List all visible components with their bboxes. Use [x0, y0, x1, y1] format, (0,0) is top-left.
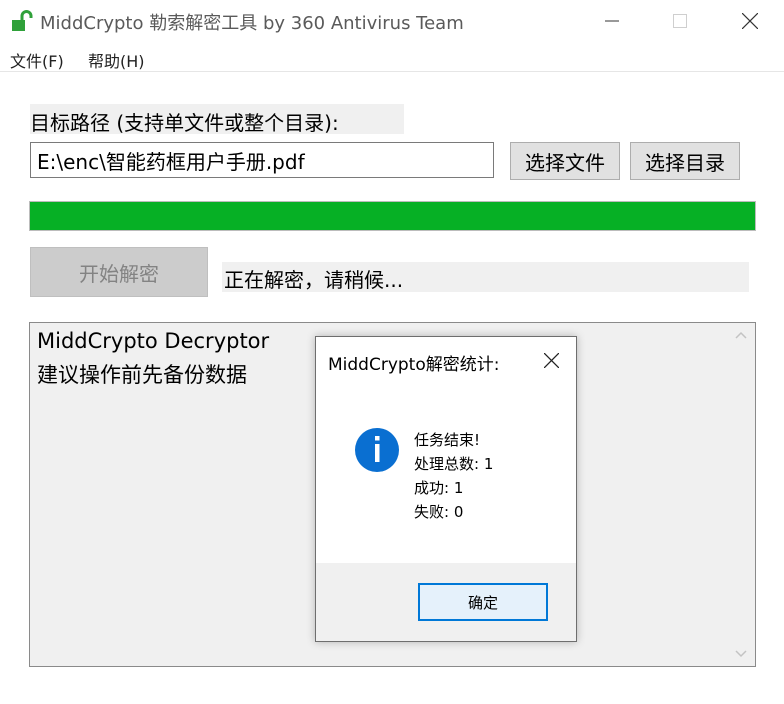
dialog-close-button[interactable] — [538, 347, 564, 373]
status-text: 正在解密，请稍候... — [222, 262, 749, 292]
select-directory-button[interactable]: 选择目录 — [630, 142, 740, 180]
dialog-body: 任务结束! 处理总数: 1 成功: 1 失败: 0 — [316, 385, 576, 563]
scroll-up-icon[interactable] — [735, 331, 747, 339]
dialog-message: 成功: 1 — [414, 479, 464, 497]
start-decrypt-button[interactable]: 开始解密 — [30, 247, 208, 297]
minimize-icon — [605, 20, 619, 22]
progress-bar — [29, 201, 756, 231]
menu-bar: 文件(F) 帮助(H) — [0, 44, 784, 72]
select-file-button[interactable]: 选择文件 — [510, 142, 620, 180]
ok-button[interactable]: 确定 — [418, 583, 548, 621]
menu-help[interactable]: 帮助(H) — [88, 48, 145, 72]
dialog-message: 失败: 0 — [414, 503, 464, 521]
dialog-title: MiddCrypto解密统计: — [328, 355, 500, 375]
dialog-message: 处理总数: 1 — [414, 455, 494, 473]
log-line: 建议操作前先备份数据 — [37, 363, 247, 387]
dialog-message: 任务结束! — [414, 431, 481, 449]
stats-dialog: MiddCrypto解密统计: 任务结束! 处理总数: 1 成功: 1 失败: … — [315, 336, 577, 642]
dialog-footer: 确定 — [316, 563, 576, 641]
menu-file[interactable]: 文件(F) — [10, 48, 64, 72]
close-icon — [543, 352, 559, 368]
progress-fill — [30, 202, 755, 230]
maximize-button[interactable] — [645, 0, 715, 42]
window-title: MiddCrypto 勒索解密工具 by 360 Antivirus Team — [40, 13, 464, 34]
log-line: MiddCrypto Decryptor — [37, 329, 270, 353]
close-button[interactable] — [715, 0, 784, 42]
path-input[interactable] — [30, 142, 494, 178]
close-icon — [742, 13, 758, 29]
scroll-down-icon[interactable] — [735, 650, 747, 658]
path-label: 目标路径 (支持单文件或整个目录): — [30, 104, 404, 135]
open-padlock-icon — [12, 10, 33, 31]
minimize-button[interactable] — [577, 0, 647, 42]
info-icon — [355, 428, 399, 472]
title-bar: MiddCrypto 勒索解密工具 by 360 Antivirus Team — [0, 0, 784, 42]
maximize-icon — [673, 14, 687, 28]
